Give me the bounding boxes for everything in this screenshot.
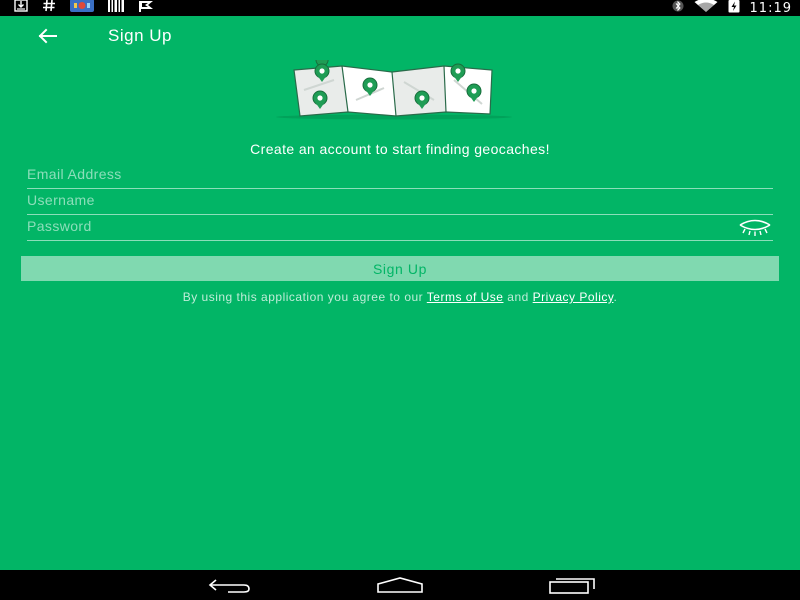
- download-icon: [14, 0, 28, 17]
- arrow-left-icon: [38, 28, 57, 44]
- back-button[interactable]: [34, 24, 62, 48]
- clock: 11:19: [749, 0, 792, 16]
- eye-icon: [739, 219, 771, 236]
- notification-icons: [14, 0, 154, 17]
- legal-suffix: .: [613, 290, 618, 304]
- username-field-container: [27, 188, 773, 215]
- sign-up-button-label: Sign Up: [372, 260, 427, 277]
- app-notification-icon: [70, 0, 94, 17]
- bluetooth-icon: [672, 0, 684, 17]
- password-field[interactable]: [27, 214, 727, 238]
- nav-recents-icon: [549, 578, 595, 594]
- terms-of-use-link[interactable]: Terms of Use: [427, 290, 504, 304]
- privacy-policy-link[interactable]: Privacy Policy: [533, 290, 614, 304]
- nav-home-icon: [377, 577, 423, 593]
- show-password-toggle[interactable]: [737, 218, 773, 238]
- legal-conjunction: and: [503, 290, 533, 304]
- nav-back-icon: [208, 579, 250, 593]
- map-illustration: [264, 53, 524, 124]
- app-bar: Sign Up: [0, 16, 800, 56]
- barcode-icon: [108, 0, 124, 17]
- email-field[interactable]: [27, 162, 727, 186]
- page-title: Sign Up: [108, 26, 172, 45]
- nav-home-button[interactable]: [376, 576, 424, 599]
- tagline: Create an account to start finding geoca…: [250, 141, 550, 157]
- email-field-container: [27, 162, 773, 189]
- system-icons: 11:19: [672, 0, 792, 16]
- username-field[interactable]: [27, 188, 727, 212]
- nav-recents-button[interactable]: [548, 576, 596, 599]
- sign-up-button[interactable]: Sign Up: [21, 256, 779, 281]
- password-field-container: [27, 214, 773, 241]
- flag-icon: [138, 0, 154, 17]
- legal-notice: By using this application you agree to o…: [0, 290, 800, 304]
- status-bar: 11:19: [0, 0, 800, 16]
- hash-icon: [42, 0, 56, 17]
- wifi-icon: [694, 0, 718, 17]
- signup-screen: 11:19 Sign Up Create an account to start…: [0, 0, 800, 600]
- nav-back-button[interactable]: [206, 576, 252, 599]
- navigation-bar: [0, 570, 800, 600]
- battery-charging-icon: [728, 0, 740, 17]
- legal-prefix: By using this application you agree to o…: [182, 290, 427, 304]
